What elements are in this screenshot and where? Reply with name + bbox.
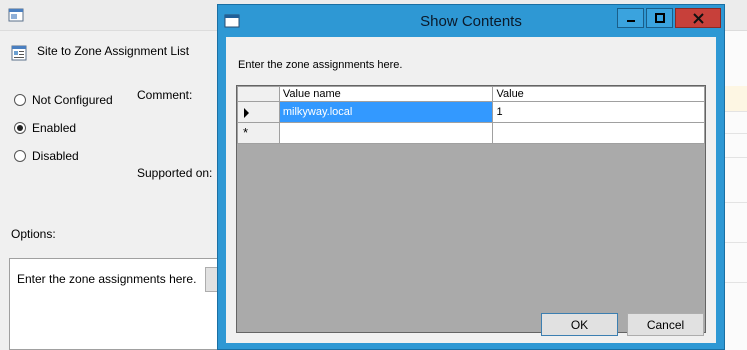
minimize-icon bbox=[626, 20, 635, 22]
column-header-value-name[interactable]: Value name bbox=[278, 86, 494, 102]
contents-grid[interactable]: Value name Value milkyway.local 1 * bbox=[236, 85, 706, 333]
options-label: Options: bbox=[11, 227, 56, 241]
dialog-body: Enter the zone assignments here. Value n… bbox=[226, 37, 716, 343]
radio-label: Enabled bbox=[32, 121, 77, 135]
ok-button[interactable]: OK bbox=[541, 313, 618, 336]
panel-row bbox=[722, 86, 747, 112]
comment-label: Comment: bbox=[137, 88, 193, 102]
supported-on-label: Supported on: bbox=[137, 166, 213, 180]
maximize-icon bbox=[654, 13, 665, 23]
radio-circle[interactable] bbox=[14, 150, 26, 162]
panel-row bbox=[722, 112, 747, 134]
radio-disabled[interactable]: Disabled bbox=[14, 149, 79, 163]
panel-row bbox=[722, 261, 747, 283]
panel-row bbox=[722, 134, 747, 158]
radio-circle[interactable] bbox=[14, 94, 26, 106]
options-panel: Enter the zone assignments here. bbox=[9, 258, 229, 350]
new-row-asterisk-icon: * bbox=[243, 125, 249, 140]
policy-setting-icon bbox=[11, 45, 27, 61]
row-selector[interactable] bbox=[237, 101, 280, 123]
table-row[interactable]: milkyway.local 1 bbox=[237, 101, 705, 123]
dialog-prompt: Enter the zone assignments here. bbox=[238, 59, 403, 71]
radio-label: Not Configured bbox=[32, 93, 113, 107]
cancel-button[interactable]: Cancel bbox=[627, 313, 704, 336]
new-row[interactable]: * bbox=[237, 122, 705, 144]
cell-value-name[interactable]: milkyway.local bbox=[278, 101, 494, 123]
row-header-corner bbox=[237, 86, 280, 102]
maximize-button[interactable] bbox=[646, 8, 673, 28]
dialog-titlebar[interactable]: Show Contents bbox=[218, 5, 724, 38]
policy-title: Site to Zone Assignment List bbox=[37, 44, 190, 58]
new-cell-value[interactable] bbox=[492, 122, 705, 144]
radio-label: Disabled bbox=[32, 149, 79, 163]
grid-header-row: Value name Value bbox=[237, 86, 705, 102]
close-icon bbox=[692, 12, 704, 24]
options-help-text: Enter the zone assignments here. bbox=[17, 272, 197, 286]
current-row-arrow-icon bbox=[244, 108, 249, 118]
column-header-value[interactable]: Value bbox=[492, 86, 705, 102]
new-row-selector[interactable]: * bbox=[237, 122, 280, 144]
radio-enabled[interactable]: Enabled bbox=[14, 121, 76, 135]
cell-value[interactable]: 1 bbox=[492, 101, 705, 123]
show-contents-dialog: Show Contents Enter the zone assignments… bbox=[217, 4, 725, 350]
minimize-button[interactable] bbox=[617, 8, 644, 28]
panel-row bbox=[722, 221, 747, 243]
radio-circle-checked[interactable] bbox=[14, 122, 26, 134]
radio-not-configured[interactable]: Not Configured bbox=[14, 93, 113, 107]
policy-window-icon bbox=[8, 8, 24, 22]
panel-row bbox=[722, 181, 747, 203]
grid-table: Value name Value milkyway.local 1 * bbox=[237, 86, 705, 144]
close-button[interactable] bbox=[675, 8, 721, 28]
new-cell-value-name[interactable] bbox=[278, 122, 494, 144]
